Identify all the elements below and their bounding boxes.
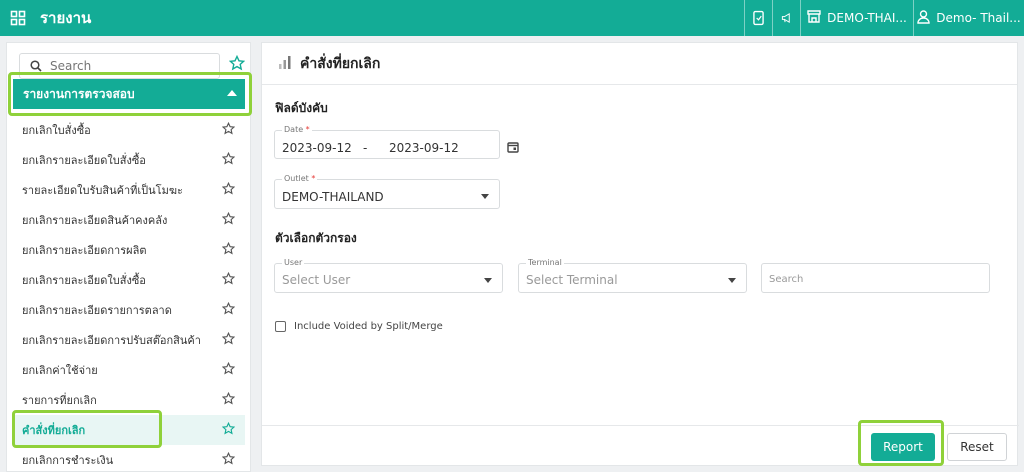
- menu-item[interactable]: ยกเลิกรายละเอียดใบสั่งซื้อ: [13, 265, 245, 295]
- star-icon[interactable]: [221, 211, 236, 228]
- star-icon[interactable]: [221, 241, 236, 258]
- user-menu[interactable]: Demo- Thail...: [913, 0, 1024, 36]
- outlet-name: DEMO-THAI...: [827, 11, 907, 25]
- date-range-field[interactable]: Date * 2023-09-12 - 2023-09-12: [274, 125, 500, 159]
- chevron-down-icon: [481, 194, 489, 199]
- search-placeholder: Search: [769, 274, 804, 285]
- star-icon[interactable]: [221, 451, 236, 468]
- menu-item[interactable]: ยกเลิกการชำระเงิน: [13, 445, 245, 471]
- menu-item-label: ยกเลิกรายละเอียดใบสั่งซื้อ: [22, 274, 146, 287]
- menu-item-label: รายละเอียดใบรับสินค้าที่เป็นโมฆะ: [22, 184, 183, 197]
- main-panel: คำสั่งที่ยกเลิก ฟิลด์บังคับ Date * 2023-…: [261, 42, 1019, 466]
- outlet-select[interactable]: Outlet * DEMO-THAILAND: [274, 174, 500, 209]
- user-select[interactable]: User Select User: [274, 258, 503, 293]
- menu-item[interactable]: ยกเลิกรายละเอียดการผลิต: [13, 235, 245, 265]
- menu-item[interactable]: รายละเอียดใบรับสินค้าที่เป็นโมฆะ: [13, 175, 245, 205]
- chevron-down-icon: [484, 278, 492, 283]
- bar-chart-icon: [278, 54, 292, 73]
- required-section-title: ฟิลด์บังคับ: [275, 101, 328, 115]
- menu-item-label: ยกเลิกการชำระเงิน: [22, 454, 114, 467]
- star-icon[interactable]: [221, 391, 236, 408]
- reset-button[interactable]: Reset: [947, 433, 1007, 461]
- grid-icon[interactable]: [0, 0, 36, 36]
- menu-item[interactable]: ยกเลิกรายละเอียดการปรับสต๊อกสินค้า: [13, 325, 245, 355]
- terminal-label: Terminal: [526, 258, 564, 267]
- app-title: รายงาน: [40, 9, 92, 27]
- top-bar: รายงาน DEMO-THAI... Demo- Thail...: [0, 0, 1024, 36]
- highlight-box: [8, 72, 252, 116]
- star-icon[interactable]: [221, 181, 236, 198]
- menu-item[interactable]: ยกเลิกรายละเอียดรายการตลาด: [13, 295, 245, 325]
- menu-item-label: ยกเลิกรายละเอียดการผลิต: [22, 244, 147, 257]
- star-icon[interactable]: [221, 421, 236, 438]
- menu-item[interactable]: ยกเลิกรายละเอียดใบสั่งซื้อ: [13, 145, 245, 175]
- menu-item-label: ยกเลิกใบสั่งซื้อ: [22, 124, 91, 137]
- sidebar-search-input[interactable]: [50, 59, 200, 73]
- outlet-label: Outlet *: [282, 174, 318, 183]
- menu-item-label: ยกเลิกรายละเอียดสินค้าคงคลัง: [22, 214, 168, 227]
- search-input[interactable]: Search: [761, 263, 990, 293]
- terminal-select[interactable]: Terminal Select Terminal: [518, 258, 747, 293]
- device-icon[interactable]: [744, 0, 772, 36]
- menu-item-label: รายการที่ยกเลิก: [22, 394, 97, 407]
- star-icon[interactable]: [221, 331, 236, 348]
- star-icon[interactable]: [221, 301, 236, 318]
- main-header: คำสั่งที่ยกเลิก: [262, 43, 1017, 85]
- menu-item[interactable]: ยกเลิกรายละเอียดสินค้าคงคลัง: [13, 205, 245, 235]
- user-placeholder: Select User: [282, 273, 351, 287]
- date-label: Date *: [282, 125, 312, 134]
- filter-section-title: ตัวเลือกตัวกรอง: [275, 231, 357, 245]
- megaphone-icon[interactable]: [772, 0, 800, 36]
- page-title: คำสั่งที่ยกเลิก: [300, 55, 381, 72]
- date-to[interactable]: 2023-09-12: [389, 141, 459, 155]
- include-voided-label: Include Voided by Split/Merge: [294, 321, 443, 332]
- highlight-box: [858, 420, 944, 466]
- menu-item-label: ยกเลิกค่าใช้จ่าย: [22, 364, 98, 377]
- terminal-placeholder: Select Terminal: [526, 273, 618, 287]
- store-icon: [807, 10, 821, 26]
- highlight-box: [12, 410, 162, 448]
- include-voided-checkbox-row[interactable]: Include Voided by Split/Merge: [275, 321, 443, 332]
- chevron-down-icon: [728, 278, 736, 283]
- date-separator: -: [363, 141, 368, 155]
- include-voided-checkbox[interactable]: [275, 321, 286, 332]
- user-label: User: [282, 258, 305, 267]
- user-icon: [917, 9, 930, 27]
- calendar-icon[interactable]: [507, 138, 519, 157]
- user-name: Demo- Thail...: [936, 11, 1021, 25]
- menu-item-label: ยกเลิกรายละเอียดใบสั่งซื้อ: [22, 154, 146, 167]
- menu-item[interactable]: ยกเลิกค่าใช้จ่าย: [13, 355, 245, 385]
- menu-item[interactable]: ยกเลิกใบสั่งซื้อ: [13, 115, 245, 145]
- outlet-selector[interactable]: DEMO-THAI...: [800, 0, 913, 36]
- star-icon[interactable]: [221, 151, 236, 168]
- star-icon[interactable]: [221, 121, 236, 138]
- star-icon[interactable]: [221, 271, 236, 288]
- star-icon[interactable]: [221, 361, 236, 378]
- outlet-value: DEMO-THAILAND: [282, 190, 384, 204]
- date-from[interactable]: 2023-09-12: [282, 141, 352, 155]
- menu-item-label: ยกเลิกรายละเอียดการปรับสต๊อกสินค้า: [22, 334, 201, 347]
- menu-item-label: ยกเลิกรายละเอียดรายการตลาด: [22, 304, 172, 317]
